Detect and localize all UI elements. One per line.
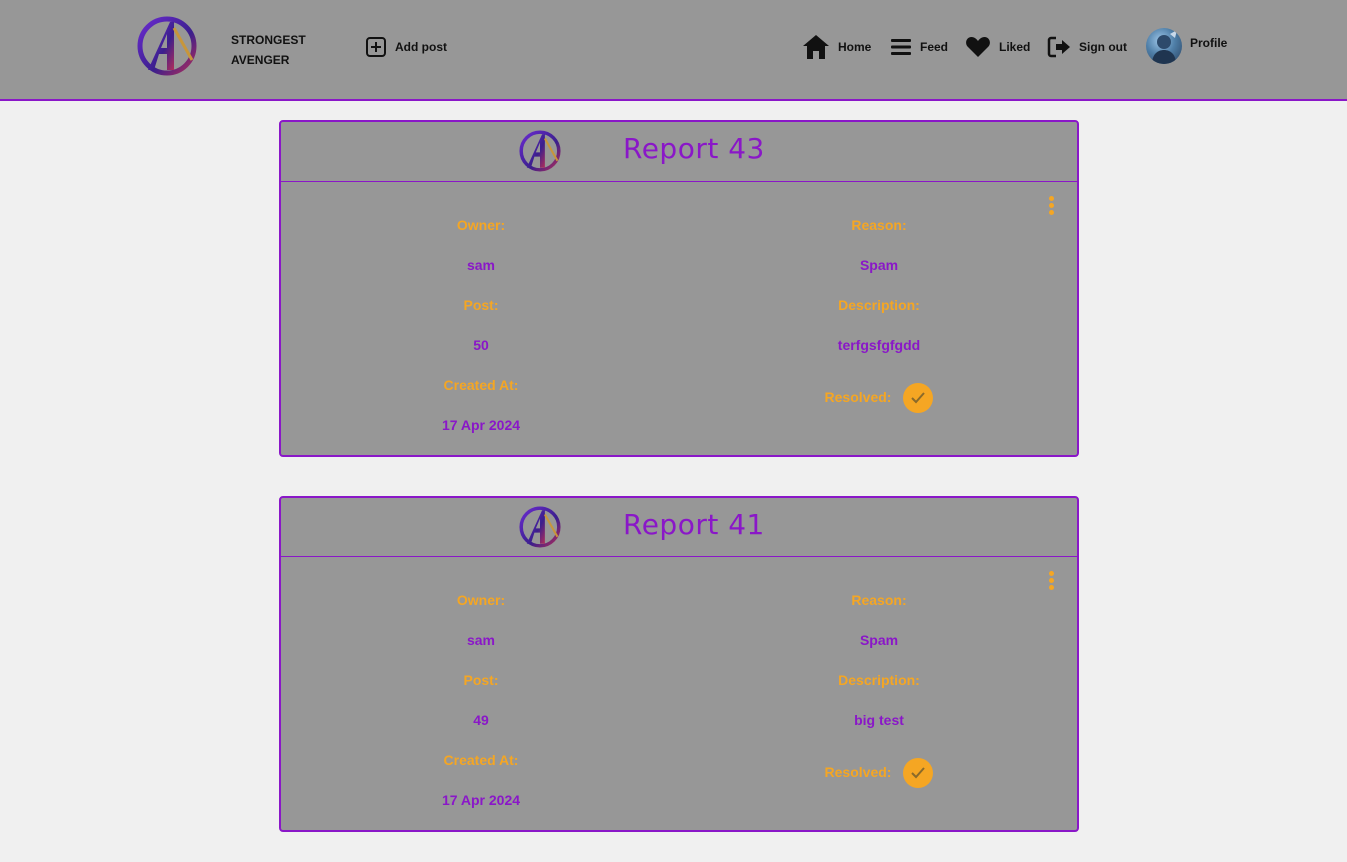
report-card: Report 43 Owner: sam Post: 50 Created At…: [279, 120, 1079, 457]
more-options-icon[interactable]: [1047, 196, 1055, 218]
resolved-check-icon: [903, 758, 934, 788]
menu-lines-icon: [891, 39, 911, 55]
brand-line-1: STRONGEST: [231, 33, 306, 47]
post-value: 50: [473, 337, 489, 353]
post-value: 49: [473, 712, 489, 728]
owner-value: sam: [466, 257, 496, 273]
nav-liked-link[interactable]: Liked: [965, 33, 1030, 61]
add-post-button[interactable]: Add post: [365, 33, 447, 61]
more-options-icon[interactable]: [1047, 571, 1055, 593]
report-title: Report 43: [623, 132, 765, 165]
report-title: Report 41: [623, 508, 765, 541]
user-avatar: [1146, 28, 1182, 64]
profile-label: Profile: [1190, 36, 1228, 50]
created-at-value: 17 Apr 2024: [441, 792, 521, 808]
avengers-logo-icon: [519, 130, 561, 172]
avatar-figure-icon: [1152, 30, 1177, 64]
created-at-label: Created At:: [443, 752, 519, 768]
report-card-body: Owner: sam Post: 50 Created At: 17 Apr 2…: [281, 182, 1077, 455]
feed-label: Feed: [920, 40, 949, 54]
report-card-body: Owner: sam Post: 49 Created At: 17 Apr 2…: [281, 557, 1077, 830]
home-label: Home: [838, 40, 872, 54]
description-value: big test: [854, 712, 904, 728]
brand-name: STRONGEST AVENGER: [231, 30, 341, 70]
reason-label: Reason:: [851, 592, 907, 608]
owner-label: Owner:: [456, 592, 506, 608]
created-at-value: 17 Apr 2024: [441, 417, 521, 433]
description-label: Description:: [838, 297, 920, 313]
brand-line-2: AVENGER: [231, 53, 290, 67]
home-icon: [803, 35, 829, 59]
owner-label: Owner:: [456, 217, 506, 233]
plus-square-icon: [366, 37, 386, 57]
resolved-check-icon: [903, 383, 934, 413]
description-value: terfgsfgfgdd: [837, 337, 921, 353]
reason-value: Spam: [859, 632, 899, 648]
post-label: Post:: [463, 297, 499, 313]
sign-out-icon: [1047, 36, 1070, 58]
nav-feed-link[interactable]: Feed: [890, 33, 948, 61]
reason-value: Spam: [859, 257, 899, 273]
report-card-header: Report 43: [281, 122, 1077, 182]
avengers-logo-icon[interactable]: [134, 16, 200, 76]
resolved-label: Resolved:: [824, 388, 892, 405]
sign-out-button[interactable]: Sign out: [1047, 33, 1127, 61]
created-at-label: Created At:: [443, 377, 519, 393]
post-label: Post:: [463, 672, 499, 688]
description-label: Description:: [838, 672, 920, 688]
avengers-logo-icon: [519, 506, 561, 548]
report-card: Report 41 Owner: sam Post: 49 Created At…: [279, 496, 1079, 832]
resolved-row: Resolved:: [679, 380, 1079, 413]
nav-home-link[interactable]: Home: [802, 33, 871, 61]
nav-profile-link[interactable]: Profile: [1146, 28, 1227, 64]
report-card-header: Report 41: [281, 498, 1077, 557]
owner-value: sam: [466, 632, 496, 648]
resolved-row: Resolved:: [679, 755, 1079, 788]
sign-out-label: Sign out: [1079, 40, 1127, 54]
resolved-label: Resolved:: [824, 763, 892, 780]
add-post-label: Add post: [395, 40, 447, 54]
liked-label: Liked: [999, 40, 1031, 54]
top-navbar: STRONGEST AVENGER Add post Home Feed Lik…: [0, 0, 1347, 101]
reason-label: Reason:: [851, 217, 907, 233]
heart-icon: [966, 37, 990, 57]
